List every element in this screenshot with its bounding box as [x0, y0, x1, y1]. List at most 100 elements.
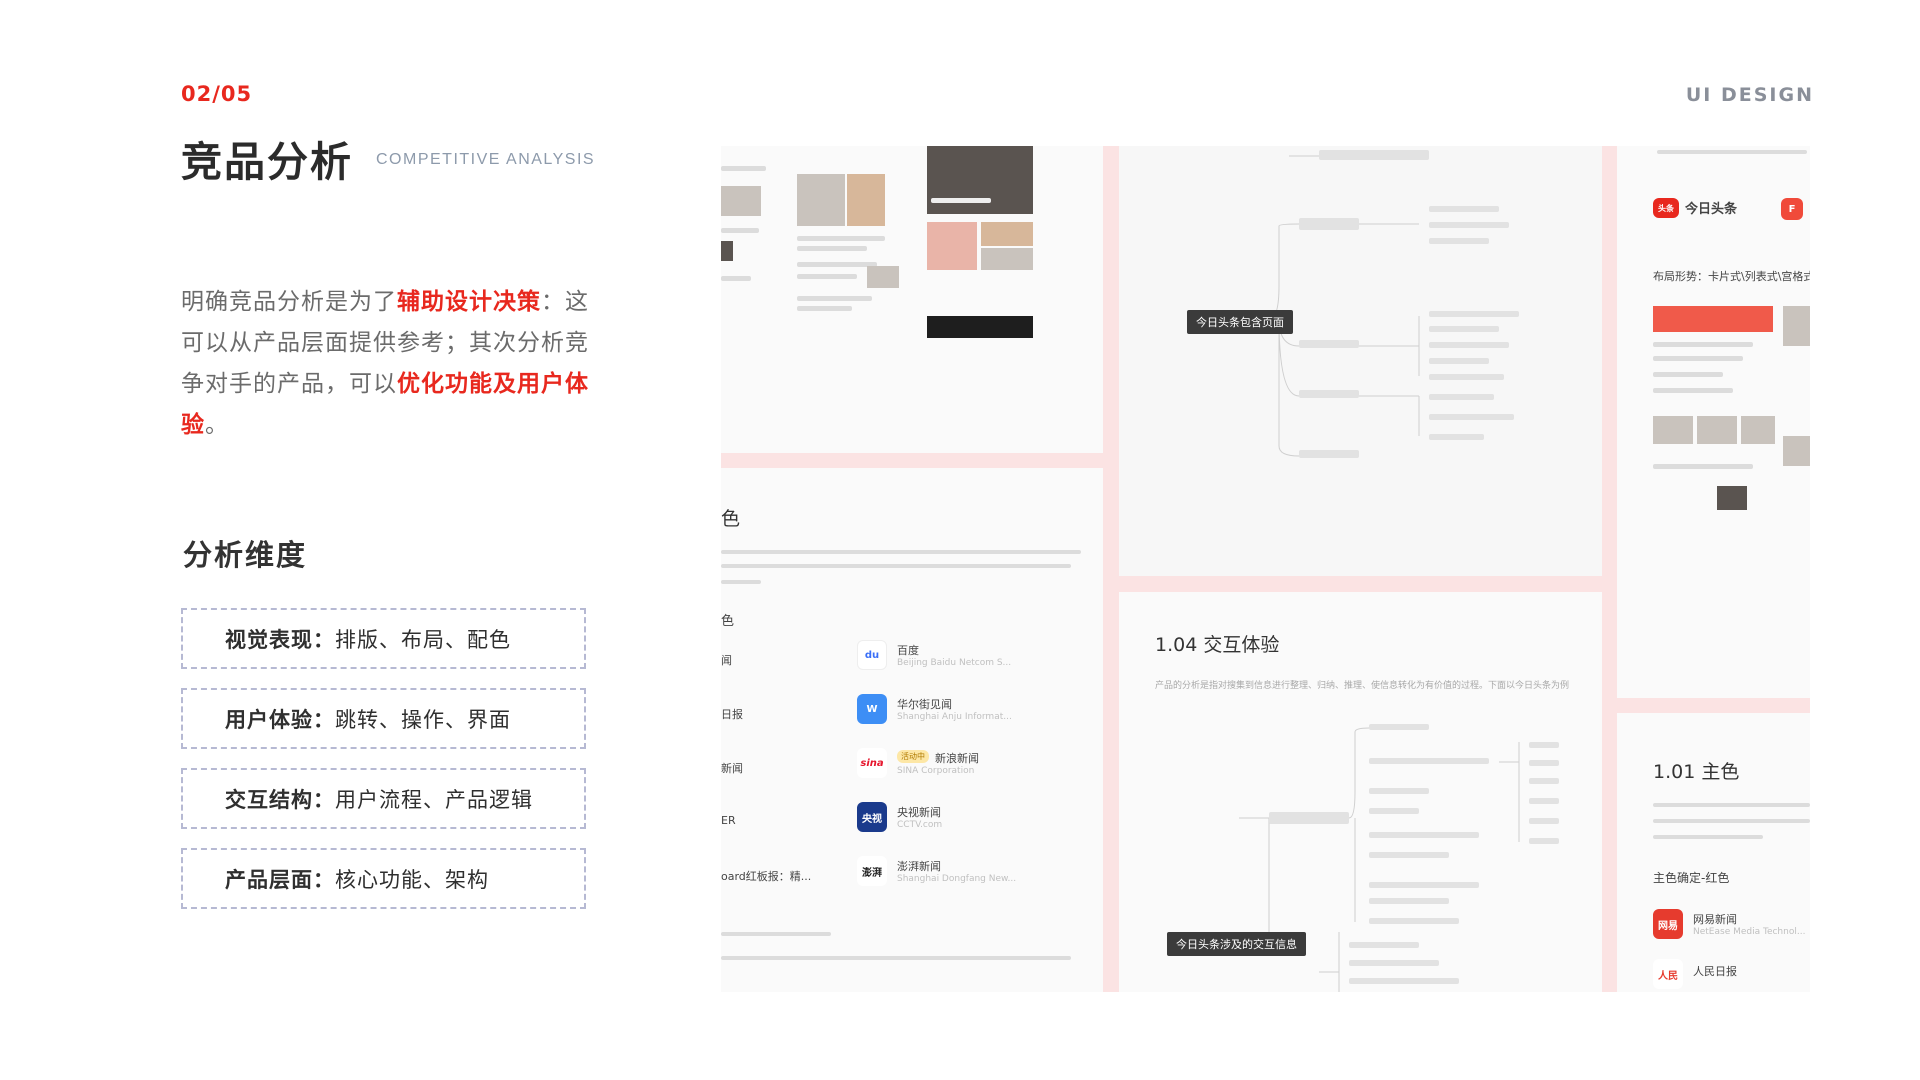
ui-design-tag: UI DESIGN [1685, 84, 1814, 106]
thumb-image [1783, 436, 1810, 466]
app-company: Shanghai Dongfang New... [897, 874, 1017, 884]
thumb-image [721, 186, 761, 216]
text-line [1653, 819, 1810, 823]
netease-logo-icon: 网易 [1653, 909, 1683, 939]
app-name: 新浪新闻 [935, 752, 979, 765]
main-color-title: 1.01 主色 [1653, 761, 1740, 783]
thumb-image [981, 222, 1033, 246]
thumb-image [927, 146, 1033, 214]
layout-label: 布局形势：卡片式\列表式\宫格式 [1653, 270, 1810, 283]
dimension-value: 排版、布局、配色 [335, 627, 511, 652]
page-title: 竞品分析 [181, 138, 353, 186]
app-name: 日报 [721, 708, 743, 721]
text-line [1653, 388, 1733, 393]
thumb-image [867, 266, 899, 288]
text-line [721, 932, 831, 936]
phone-header [1653, 306, 1773, 332]
app-name: 闻 [721, 654, 732, 667]
text-line [721, 166, 766, 171]
dimension-item: 视觉表现： 排版、布局、配色 [181, 608, 586, 669]
app-name: 华尔街见闻 [897, 698, 952, 711]
text-line [721, 956, 1071, 960]
app-name: 新闻 [721, 762, 743, 775]
page-number: 02/05 [181, 82, 253, 106]
text-line [931, 198, 991, 203]
thumb-image [847, 174, 885, 226]
thepaper-logo-icon: 澎湃 [857, 856, 887, 886]
thumb-image [1717, 486, 1747, 510]
dimension-key: 视觉表现： [225, 627, 335, 652]
toutiao-logo-icon: 头条 [1653, 198, 1679, 218]
dimensions-title: 分析维度 [183, 538, 308, 572]
dimensions-list: 视觉表现： 排版、布局、配色 用户体验： 跳转、操作、界面 交互结构： 用户流程、产品… [181, 608, 586, 928]
mindmap-lines [1268, 150, 1519, 458]
panel-mindmap: 今日头条包含页面 [1119, 146, 1602, 576]
color-section-title: 色 [721, 508, 741, 530]
panel-screenshots [721, 146, 1103, 453]
tab-bar [927, 316, 1033, 338]
text-line [1653, 372, 1723, 377]
intro-text-3: 。 [205, 412, 229, 438]
thumb-image [981, 248, 1033, 270]
color-subtitle: 色 [721, 614, 735, 629]
baidu-logo-icon: du [857, 640, 887, 670]
text-line [797, 274, 857, 279]
app-company: Shanghai Anju Informat... [897, 712, 1012, 722]
competitive-collage: 色 色 闻 日报 新闻 ER oard红板报：精... du 百度 Beijin… [721, 146, 1810, 992]
thumb-image [1741, 416, 1775, 444]
interaction-node: 今日头条涉及的交互信息 [1167, 932, 1306, 956]
thumb-image [797, 174, 845, 226]
text-line [1653, 342, 1753, 347]
wallstreet-logo-icon: W [857, 694, 887, 724]
intro-text-1: 明确竞品分析是为了 [181, 289, 397, 315]
dimension-item: 产品层面： 核心功能、架构 [181, 848, 586, 909]
thumb-image [1783, 306, 1810, 346]
cctv-logo-icon: 央视 [857, 802, 887, 832]
dimension-value: 核心功能、架构 [335, 867, 489, 892]
dimension-value: 跳转、操作、界面 [335, 707, 511, 732]
thumb-image [721, 241, 733, 261]
intro-paragraph: 明确竞品分析是为了辅助设计决策：这可以从产品层面提供参考；其次分析竞争对手的产品… [181, 282, 601, 446]
dimension-value: 用户流程、产品逻辑 [335, 787, 533, 812]
text-line [797, 246, 867, 251]
panel-color-apps: 色 色 闻 日报 新闻 ER oard红板报：精... du 百度 Beijin… [721, 468, 1103, 992]
text-line [797, 306, 852, 311]
app-company: NetEase Media Technol... [1693, 927, 1806, 937]
app-name: 澎湃新闻 [897, 860, 941, 873]
app-name: 百度 [897, 644, 919, 657]
dimension-item: 用户体验： 跳转、操作、界面 [181, 688, 586, 749]
app-company: Beijing Baidu Netcom S... [897, 658, 1012, 668]
status-badge: 活动中 [897, 750, 929, 763]
main-color-label: 主色确定-红色 [1653, 871, 1730, 885]
toutiao-label: 今日头条 [1685, 202, 1738, 217]
panel-main-color: 1.01 主色 主色确定-红色 网易 网易新闻 NetEase Media Te… [1617, 713, 1810, 992]
app-name: 央视新闻 [897, 806, 941, 819]
app-name: 人民日报 [1693, 965, 1737, 978]
page-subtitle: COMPETITIVE ANALYSIS [376, 151, 596, 168]
text-line [721, 550, 1081, 554]
app-company: SINA Corporation [897, 766, 975, 776]
app-name: 网易新闻 [1693, 913, 1737, 926]
text-line [797, 296, 872, 301]
thumb-image [927, 222, 977, 270]
text-line [1653, 835, 1763, 839]
panel-toutiao-layout: 头条 今日头条 F 布局形势：卡片式\列表式\宫格式 [1617, 146, 1810, 698]
thumb-image [1653, 416, 1693, 444]
thumb-image [1697, 416, 1737, 444]
text-line [721, 580, 761, 584]
text-line [1657, 150, 1807, 154]
mindmap-root-node: 今日头条包含页面 [1187, 310, 1293, 334]
flipboard-logo-icon: F [1781, 198, 1803, 220]
app-name: ER [721, 814, 736, 827]
sina-logo-icon: sina [857, 748, 887, 778]
dimension-key: 用户体验： [225, 707, 335, 732]
panel-interaction: 1.04 交互体验 产品的分析是指对搜集到信息进行整理、归纳、推理、使信息转化为… [1119, 592, 1602, 992]
text-line [1653, 803, 1810, 807]
dimension-key: 产品层面： [225, 867, 335, 892]
intro-highlight-1: 辅助设计决策 [397, 289, 541, 315]
text-line [721, 564, 1071, 568]
text-line [797, 262, 877, 267]
app-company: CCTV.com [897, 820, 943, 830]
dimension-key: 交互结构： [225, 787, 335, 812]
peoples-daily-logo-icon: 人民 [1653, 959, 1683, 989]
